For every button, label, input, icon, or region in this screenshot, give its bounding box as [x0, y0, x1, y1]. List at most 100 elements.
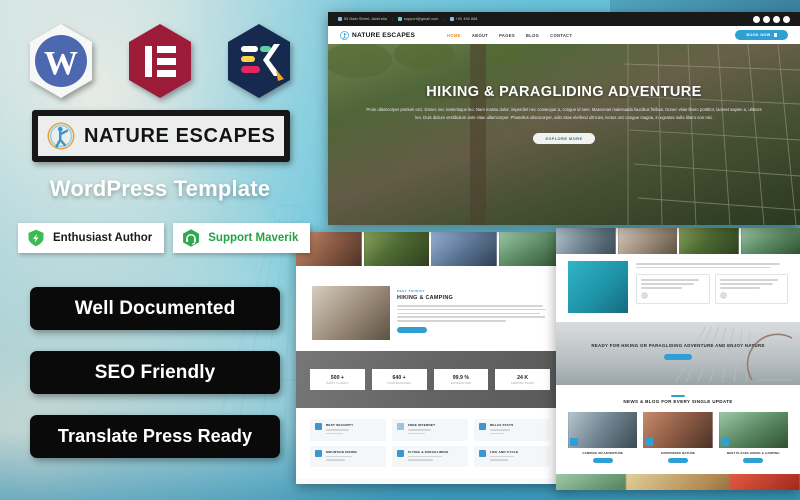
brand-logo-text: NATURE ESCAPES	[84, 124, 276, 147]
blog-card[interactable]: BEST PLACES HIKING & CAMPING	[718, 411, 788, 463]
feature-card[interactable]: BEST SECURITY	[310, 419, 386, 441]
address-text: 55 Main Street, Australia	[344, 17, 387, 21]
svg-text:W: W	[44, 45, 78, 82]
social-links[interactable]	[753, 15, 790, 23]
stat-label: HAPPY CLIENTS	[326, 381, 349, 385]
date-badge	[645, 437, 654, 446]
enthusiast-author-badge: Enthusiast Author	[18, 223, 165, 253]
about-paragraph	[397, 305, 548, 322]
testimonial-card	[636, 274, 710, 304]
feature-card[interactable]: FLYING & PARAGLIDING	[392, 445, 468, 468]
gear-icon	[397, 423, 404, 430]
mockup-center-page[interactable]: BEST TOURIST HIKING & CAMPING 500 + HAPP…	[296, 232, 564, 484]
about-section: BEST TOURIST HIKING & CAMPING	[296, 277, 564, 351]
enthusiast-author-label: Enthusiast Author	[53, 232, 153, 244]
shield-bolt-icon	[28, 229, 44, 247]
nav-item-pages[interactable]: PAGES	[499, 33, 515, 38]
blog-card[interactable]: CAMPING OR ADVENTURE	[568, 411, 638, 463]
platform-logos: W	[0, 22, 320, 100]
support-maverik-label: Support Maverik	[208, 232, 299, 244]
about-image	[312, 286, 390, 340]
email-text: support@gmail.com	[404, 17, 439, 21]
gallery-caption	[495, 266, 560, 273]
email-item[interactable]: support@gmail.com	[398, 17, 439, 21]
envelope-icon	[398, 17, 402, 21]
gallery-strip	[296, 232, 564, 266]
blog-read-more-button[interactable]	[743, 457, 764, 463]
nav-item-blog[interactable]: BLOG	[526, 33, 539, 38]
pill-translate-press-ready: Translate Press Ready	[30, 415, 280, 458]
instagram-icon[interactable]	[773, 15, 780, 23]
navbar-brand[interactable]: NATURE ESCAPES	[340, 30, 415, 40]
stat-value: 500 +	[330, 374, 344, 381]
cta-order-button[interactable]	[664, 354, 692, 361]
about-learn-more-button[interactable]	[397, 326, 427, 333]
facebook-icon[interactable]	[753, 15, 760, 23]
navbar-menu: HOME ABOUT PAGES BLOG CONTACT	[447, 33, 572, 38]
date-badge	[720, 437, 729, 446]
testimonial-card	[714, 274, 788, 304]
nav-item-about[interactable]: ABOUT	[472, 33, 488, 38]
phone-item[interactable]: +00 456 868	[449, 17, 478, 21]
explore-more-label: EXPLORE MORE	[545, 135, 583, 141]
stat-item: 24 K CAMPING TOURS	[495, 369, 550, 390]
feature-title: LIFE AND CYCLE	[490, 449, 519, 454]
feature-card[interactable]: MOUNTAIN HIKING	[310, 445, 386, 468]
top-bar: 55 Main Street, Australia | support@gmai…	[328, 12, 800, 26]
nav-item-home[interactable]: HOME	[447, 33, 461, 38]
stats-row: 500 + HAPPY CLIENTS 640 + TOUR PACKAGES …	[310, 369, 550, 390]
photo	[556, 473, 626, 490]
blog-card-title: BEST PLACES HIKING & CAMPING	[726, 450, 780, 455]
mockup-main-page[interactable]: 55 Main Street, Australia | support@gmai…	[328, 12, 800, 225]
about-eyebrow: BEST TOURIST	[397, 289, 425, 293]
nav-item-contact[interactable]: CONTACT	[550, 33, 572, 38]
explore-more-button[interactable]: EXPLORE MORE	[533, 132, 595, 144]
feature-card[interactable]: FREE INTERNET	[392, 419, 468, 441]
avatar	[641, 291, 648, 299]
separator: |	[443, 17, 445, 21]
date-badge	[570, 437, 578, 446]
feature-card[interactable]: RELAX STAYS	[474, 419, 550, 441]
cta-band: READY FOR HIKING OR PARAGLIDING ADVENTUR…	[556, 322, 800, 385]
author-badges: Enthusiast Author Support Maverik	[18, 223, 311, 253]
photo-strip	[556, 473, 800, 490]
template-subtitle: WordPress Template	[49, 176, 271, 201]
twitter-icon[interactable]	[763, 15, 770, 23]
hero-paragraph: Proin ullamcorper pretium orci. Donec ne…	[366, 107, 762, 120]
testimonial-cards	[636, 274, 788, 304]
location-pin-icon	[338, 17, 342, 21]
mockup-right-page[interactable]: READY FOR HIKING OR PARAGLIDING ADVENTUR…	[556, 228, 800, 490]
linkedin-icon[interactable]	[783, 15, 790, 23]
stat-label: SATISFACTION	[450, 381, 472, 385]
bed-icon	[479, 423, 486, 430]
phone-text: +00 456 868	[455, 17, 478, 21]
pill-well-documented: Well Documented	[30, 287, 280, 330]
blog-read-more-button[interactable]	[592, 457, 613, 463]
features-grid: BEST SECURITY FREE INTERNET RELAX STAYS …	[296, 408, 564, 479]
book-now-button[interactable]: BOOK NOW	[735, 30, 788, 40]
feature-card[interactable]: LIFE AND CYCLE	[474, 445, 550, 468]
parachute-icon	[397, 449, 404, 457]
pill-seo-friendly: SEO Friendly	[30, 351, 280, 394]
book-now-label: BOOK NOW	[746, 33, 771, 37]
promo-panel: W NATURE ESCAPES WordPress Template Enth…	[0, 0, 320, 500]
gallery-caption	[430, 266, 495, 273]
feature-title: MOUNTAIN HIKING	[326, 449, 358, 454]
life-ring-icon	[479, 449, 486, 457]
separator: |	[391, 17, 393, 21]
stat-item: 99.9 % SATISFACTION	[433, 369, 489, 390]
feedback-section	[556, 254, 800, 322]
feedback-image	[568, 261, 628, 313]
blog-read-more-button[interactable]	[667, 457, 688, 463]
blog-title: NEWS & BLOG FOR EVERY SINGLE UPDATE	[623, 398, 733, 404]
elementor-logo	[125, 22, 195, 100]
photo	[625, 473, 731, 490]
gallery-caption	[365, 266, 430, 273]
blog-grid: CAMPING OR ADVENTURE EXPERIENCE NATURE B…	[568, 411, 788, 463]
blog-card[interactable]: EXPERIENCE NATURE	[643, 411, 713, 463]
hero-section: HIKING & PARAGLIDING ADVENTURE Proin ull…	[328, 44, 800, 225]
feature-pills: Well Documented SEO Friendly Translate P…	[30, 287, 280, 479]
avatar	[719, 291, 727, 299]
hero-title: HIKING & PARAGLIDING ADVENTURE	[426, 84, 702, 100]
stat-value: 99.9 %	[452, 374, 469, 381]
